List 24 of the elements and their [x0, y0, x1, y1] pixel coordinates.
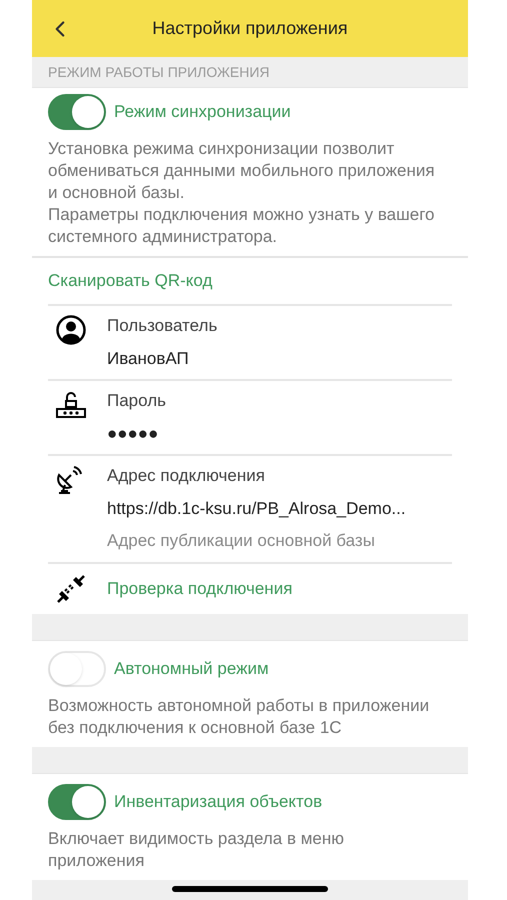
- field-label: Пароль: [107, 390, 166, 412]
- toggle-label: Автономный режим: [114, 658, 269, 680]
- toggle-switch[interactable]: [48, 94, 106, 130]
- check-connection-link[interactable]: Проверка подключения: [107, 576, 292, 602]
- user-icon: [56, 315, 86, 345]
- field-label: Адрес подключения: [107, 465, 266, 487]
- field-label: Пользователь: [107, 315, 218, 337]
- section-header: РЕЖИМ РАБОТЫ ПРИЛОЖЕНИЯ: [32, 57, 468, 88]
- field-value[interactable]: ●●●●●: [107, 420, 166, 446]
- field-value[interactable]: ИвановАП: [107, 346, 218, 371]
- window-title: Настройки приложения: [152, 17, 348, 40]
- field-value[interactable]: https://db.1c-ksu.ru/PB_Alrosa_Demo...: [107, 496, 406, 521]
- scan-qr-link[interactable]: Сканировать QR-код: [48, 268, 212, 294]
- description-text: Включает видимость раздела в меню приложения: [48, 828, 346, 872]
- description-text: Установка режима синхронизации позволит обмениваться данными мобильного приложения и основной базы.: [48, 138, 436, 204]
- lock-keypad-icon: [56, 390, 86, 418]
- description-text: Возможность автономной работы в приложении без подключения к основной базе 1С: [48, 694, 430, 738]
- plug-icon: [56, 574, 86, 604]
- satellite-dish-icon: [56, 465, 84, 495]
- description-text: Параметры подключения можно узнать у вашего системного администратора.: [48, 204, 436, 248]
- toggle-switch[interactable]: [48, 784, 106, 820]
- toggle-label: Инвентаризация объектов: [114, 790, 322, 813]
- toggle-label: Режим синхронизации: [114, 101, 291, 124]
- field-hint: Адрес публикации основной базы: [107, 530, 376, 552]
